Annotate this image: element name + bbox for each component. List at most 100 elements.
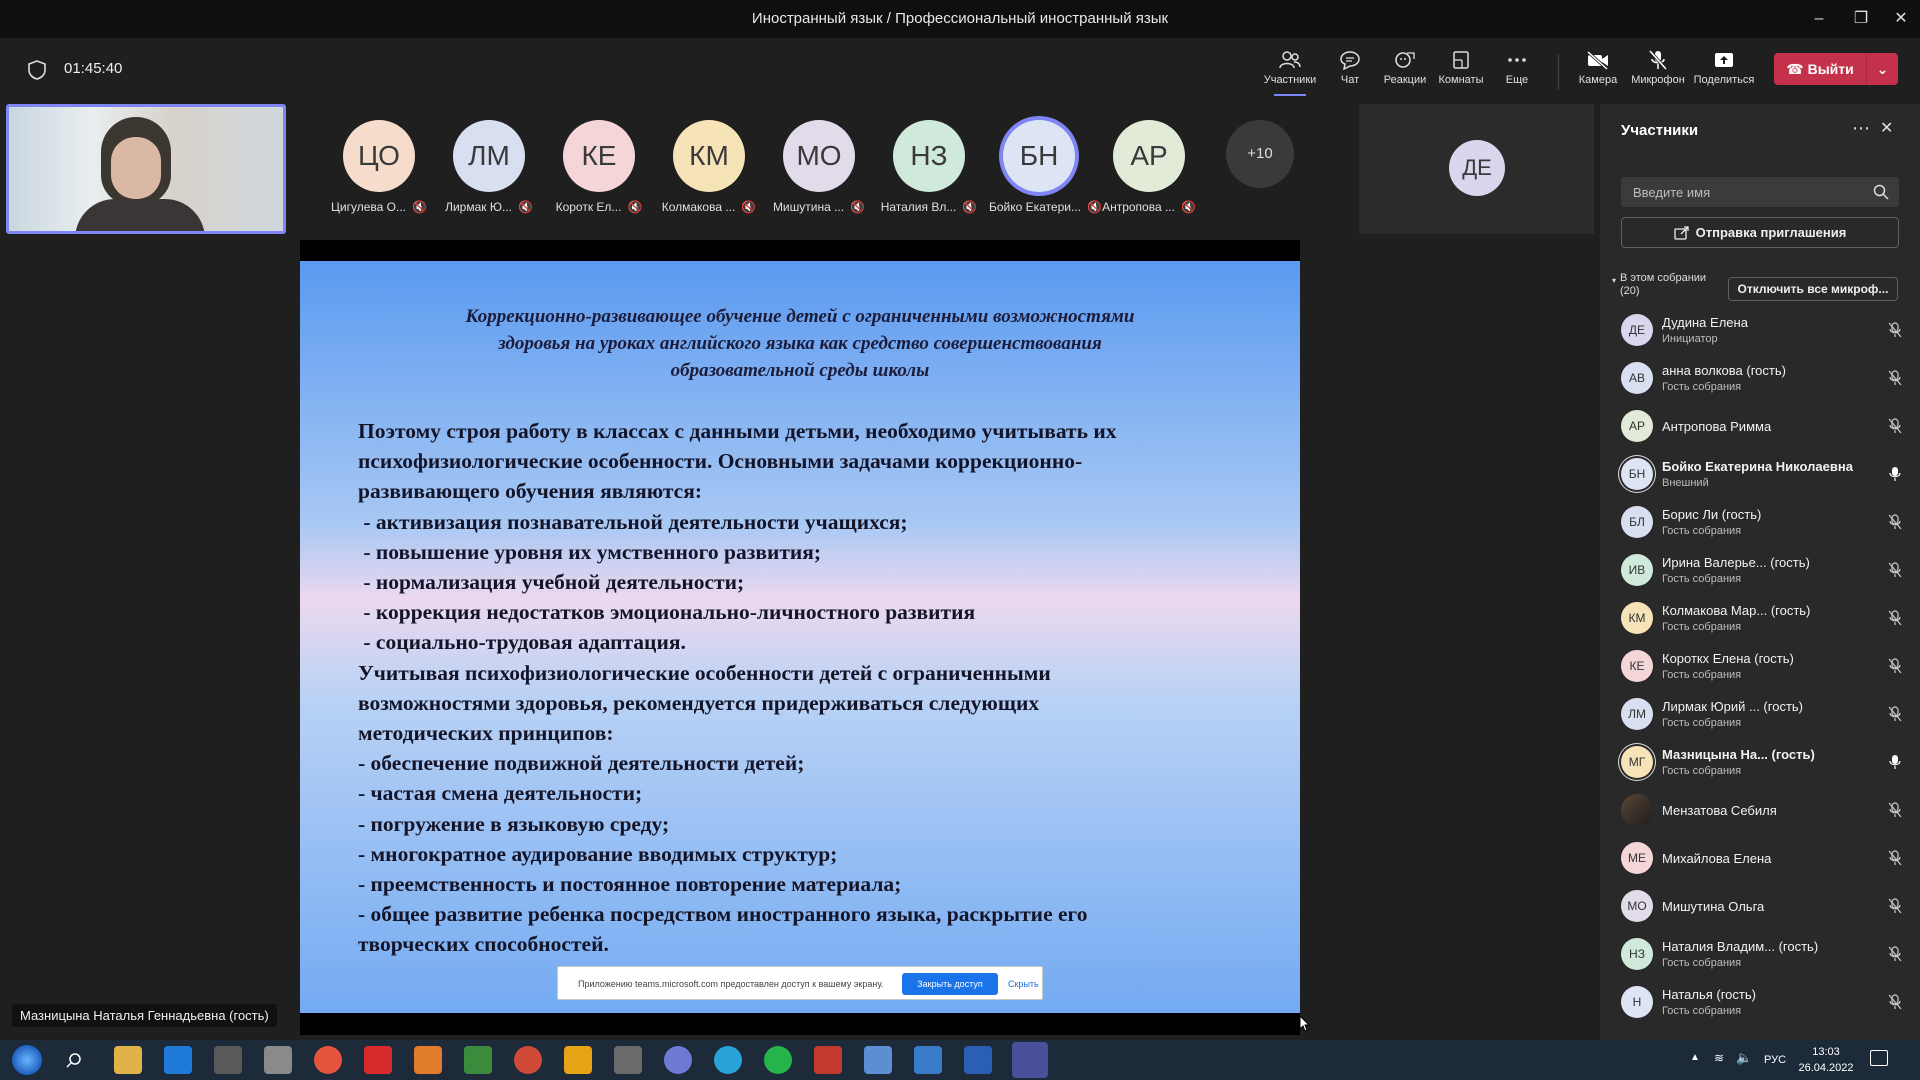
participant-row[interactable]: Н Наталья (гость) Гость собрания (1600, 980, 1920, 1028)
mic-off-icon (1888, 802, 1902, 823)
media-icon[interactable] (664, 1046, 692, 1074)
participant-name: Ирина Валерье... (гость) (1662, 555, 1810, 570)
participant-row[interactable]: МГ Мазницына На... (гость) Гость собрания (1600, 740, 1920, 788)
participant-row[interactable]: ИВ Ирина Валерье... (гость) Гость собрания (1600, 548, 1920, 596)
close-window-button[interactable]: ✕ (1886, 6, 1916, 32)
avatar: ИВ (1621, 554, 1653, 586)
search-icon[interactable] (66, 1052, 82, 1068)
avatar-name: Коротк Ел... (555, 200, 622, 214)
rooms-button[interactable]: Комнаты (1429, 50, 1493, 94)
reactions-button[interactable]: Реакции (1373, 50, 1437, 94)
close-icon[interactable]: ✕ (1880, 118, 1893, 138)
mute-all-button[interactable]: Отключить все микроф... (1728, 277, 1898, 301)
participant-row[interactable]: АВ анна волкова (гость) Гость собрания (1600, 356, 1920, 404)
app-icon[interactable] (914, 1046, 942, 1074)
participant-avatar[interactable]: МО Мишутина ... 🔇 (769, 120, 869, 230)
file-explorer-icon[interactable] (114, 1046, 142, 1074)
leave-main[interactable]: ☎ Выйти (1774, 53, 1866, 85)
participant-row[interactable]: КМ Колмакова Мар... (гость) Гость собрания (1600, 596, 1920, 644)
participant-avatar[interactable]: ЛМ Лирмак Ю... 🔇 (439, 120, 539, 230)
participant-row[interactable]: БН Бойко Екатерина Николаевна Внешний (1600, 452, 1920, 500)
avatar: АР (1113, 120, 1185, 192)
participant-avatar[interactable]: БН Бойко Екатери... 🔇 (989, 120, 1102, 230)
mic-on-icon (1888, 754, 1902, 775)
yandex-icon[interactable] (364, 1046, 392, 1074)
stop-sharing-button[interactable]: Закрыть доступ (902, 973, 998, 995)
participant-avatar[interactable]: КЕ Коротк Ел... 🔇 (549, 120, 649, 230)
restore-button[interactable]: ❐ (1846, 6, 1876, 32)
slide-title-line: Коррекционно-развивающее обучение детей … (465, 306, 1135, 327)
share-invite-icon (1673, 226, 1689, 240)
camera-button[interactable]: Камера (1566, 50, 1630, 94)
participant-row[interactable]: КЕ Короткх Елена (гость) Гость собрания (1600, 644, 1920, 692)
avatar-name: Колмакова ... (661, 200, 736, 214)
hide-notice-link[interactable]: Скрыть (1008, 979, 1039, 989)
more-participants-badge[interactable]: +10 (1226, 120, 1294, 188)
participant-role: Гость собрания (1662, 669, 1742, 681)
video-editor-icon[interactable] (614, 1046, 642, 1074)
browser-icon[interactable] (514, 1046, 542, 1074)
app-icon[interactable] (414, 1046, 442, 1074)
participant-avatar[interactable]: ЦО Цигулева О... 🔇 (329, 120, 429, 230)
participant-row[interactable]: Мензатова Себиля (1600, 788, 1920, 836)
search-icon (1873, 184, 1889, 200)
chevron-down-icon[interactable]: ⌄ (1866, 53, 1898, 85)
mail-icon[interactable] (264, 1046, 292, 1074)
clock-date: 26.04.2022 (1798, 1062, 1854, 1074)
microphone-button[interactable]: Микрофон (1626, 50, 1690, 94)
participant-row[interactable]: МО Мишутина Ольга (1600, 884, 1920, 932)
participant-row[interactable]: ДЕ Дудина Елена Инициатор (1600, 308, 1920, 356)
notifications-icon[interactable] (1870, 1050, 1888, 1066)
whatsapp-icon[interactable] (764, 1046, 792, 1074)
meeting-timer: 01:45:40 (64, 60, 123, 77)
more-button[interactable]: Еще (1485, 50, 1549, 94)
edge-icon[interactable] (164, 1046, 192, 1074)
store-icon[interactable] (214, 1046, 242, 1074)
app-icon[interactable] (864, 1046, 892, 1074)
volume-icon[interactable]: 🔈 (1736, 1050, 1752, 1066)
participant-name: Колмакова Мар... (гость) (1662, 603, 1811, 618)
more-options-icon[interactable]: ⋯ (1852, 118, 1870, 139)
participant-role: Гость собрания (1662, 621, 1742, 633)
search-input[interactable]: Введите имя (1621, 177, 1899, 207)
participant-row[interactable]: БЛ Борис Ли (гость) Гость собрания (1600, 500, 1920, 548)
network-icon[interactable]: ≋ (1714, 1051, 1724, 1065)
participant-avatar[interactable]: НЗ Наталия Вл... 🔇 (879, 120, 979, 230)
start-button-icon[interactable] (12, 1045, 42, 1075)
word-icon[interactable] (964, 1046, 992, 1074)
teams-icon[interactable] (1012, 1042, 1048, 1078)
slide-text-line: - преемственность и постоянное повторени… (358, 872, 902, 897)
send-invite-button[interactable]: Отправка приглашения (1621, 217, 1899, 248)
tray-chevron-icon[interactable]: ▲ (1690, 1052, 1700, 1063)
participant-row[interactable]: ЛМ Лирмак Юрий ... (гость) Гость собрания (1600, 692, 1920, 740)
participant-row[interactable]: АР Антропова Римма (1600, 404, 1920, 452)
leave-button[interactable]: ☎ Выйти ⌄ (1774, 53, 1898, 85)
participants-button[interactable]: Участники (1258, 50, 1322, 96)
avatar-name: Мишутина ... (772, 200, 845, 214)
yandex-browser-icon[interactable] (314, 1046, 342, 1074)
participant-name: Борис Ли (гость) (1662, 507, 1762, 522)
avatar: БН (1003, 120, 1075, 192)
mic-off-icon: 🔇 (962, 200, 978, 214)
participants-label: Участники (1263, 74, 1317, 86)
minimize-button[interactable]: – (1804, 6, 1834, 32)
share-button[interactable]: Поделиться (1692, 50, 1756, 94)
warning-app-icon[interactable] (564, 1046, 592, 1074)
section-header[interactable]: ▾ В этом собрании (20) (1612, 272, 1706, 298)
telegram-icon[interactable] (714, 1046, 742, 1074)
participant-avatar[interactable]: АР Антропова ... 🔇 (1099, 120, 1199, 230)
participant-row[interactable]: МЕ Михайлова Елена (1600, 836, 1920, 884)
participant-avatar[interactable]: КМ Колмакова ... 🔇 (659, 120, 759, 230)
mic-off-icon: 🔇 (517, 200, 533, 214)
participant-name: Михайлова Елена (1662, 851, 1772, 866)
clock[interactable]: 13:03 26.04.2022 (1796, 1044, 1856, 1076)
participant-name: Цигулева О... 🔇 (329, 200, 429, 214)
powerpoint-icon[interactable] (814, 1046, 842, 1074)
language-indicator[interactable]: РУС (1764, 1054, 1786, 1066)
presentation-slide: Коррекционно-развивающее обучение детей … (300, 261, 1311, 1032)
slide-text-line: методических принципов: (358, 721, 614, 746)
mic-off-icon (1888, 706, 1902, 727)
participant-name: Короткх Елена (гость) (1662, 651, 1794, 666)
participant-row[interactable]: НЗ Наталия Владим... (гость) Гость собрани… (1600, 932, 1920, 980)
shield-app-icon[interactable] (464, 1046, 492, 1074)
